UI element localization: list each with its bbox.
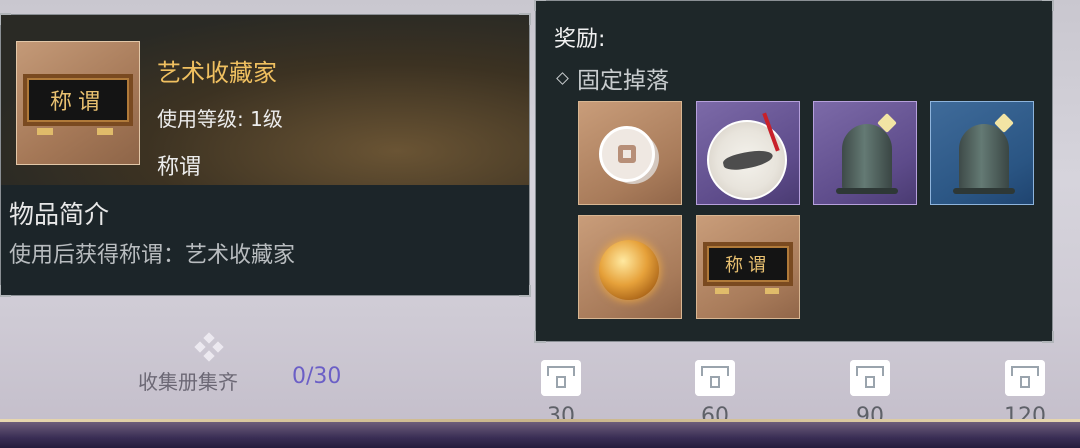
reward-slot-bell-purple[interactable] (813, 101, 917, 205)
description-title: 物品简介 (9, 200, 110, 229)
item-tooltip: 称谓 艺术收藏家 使用等级: 1级 称谓 物品简介 使用后获得称谓：艺术收藏家 (0, 13, 531, 297)
fixed-drop-row: 固定掉落 (556, 61, 669, 95)
reward-slot-bell-blue[interactable] (930, 101, 1034, 205)
chest-icon (695, 360, 735, 396)
corner-ornament (0, 13, 11, 25)
plaque-leg (765, 288, 779, 294)
corner-ornament (534, 331, 546, 343)
title-plaque-icon: 称谓 (16, 41, 140, 165)
corner-ornament (1042, 0, 1054, 11)
chest-icon (1005, 360, 1045, 396)
diamond-ornament-icon (194, 332, 224, 362)
plaque-leg (715, 288, 729, 294)
reward-slot-coin[interactable] (578, 101, 682, 205)
item-name: 艺术收藏家 (157, 59, 277, 87)
collection-progress: 0/30 (292, 364, 342, 389)
title-plaque-icon: 称谓 (703, 242, 793, 286)
corner-ornament (519, 285, 531, 297)
bell-base (953, 188, 1015, 194)
diamond-icon (556, 71, 569, 85)
corner-ornament (534, 0, 546, 11)
reward-slot-orb[interactable] (578, 215, 682, 319)
painted-fan-icon (707, 120, 787, 200)
bell-base (836, 188, 898, 194)
corner-ornament (519, 13, 531, 25)
chest-icon (850, 360, 890, 396)
reward-slot-fan[interactable] (696, 101, 800, 205)
collection-label: 收集册集齐 (138, 370, 238, 394)
plaque-text: 称谓 (23, 74, 133, 126)
item-type: 称谓 (157, 155, 202, 180)
reward-slot-title[interactable]: 称谓 (696, 215, 800, 319)
plaque-leg (97, 128, 113, 135)
bronze-bell-icon (959, 124, 1009, 192)
reward-title: 奖励: (554, 27, 606, 52)
chest-icon (541, 360, 581, 396)
corner-ornament (1042, 331, 1054, 343)
corner-ornament (0, 285, 11, 297)
plaque-leg (37, 128, 53, 135)
bronze-bell-icon (842, 124, 892, 192)
golden-orb-icon (599, 240, 659, 300)
reward-panel: 奖励: 固定掉落 称谓 (534, 0, 1054, 343)
item-header: 称谓 艺术收藏家 使用等级: 1级 称谓 (1, 15, 529, 185)
item-level: 使用等级: 1级 (157, 107, 283, 131)
fixed-drop-label: 固定掉落 (577, 68, 669, 94)
coin-icon (599, 126, 655, 182)
description-text: 使用后获得称谓：艺术收藏家 (9, 243, 296, 268)
bottom-band (0, 419, 1080, 448)
